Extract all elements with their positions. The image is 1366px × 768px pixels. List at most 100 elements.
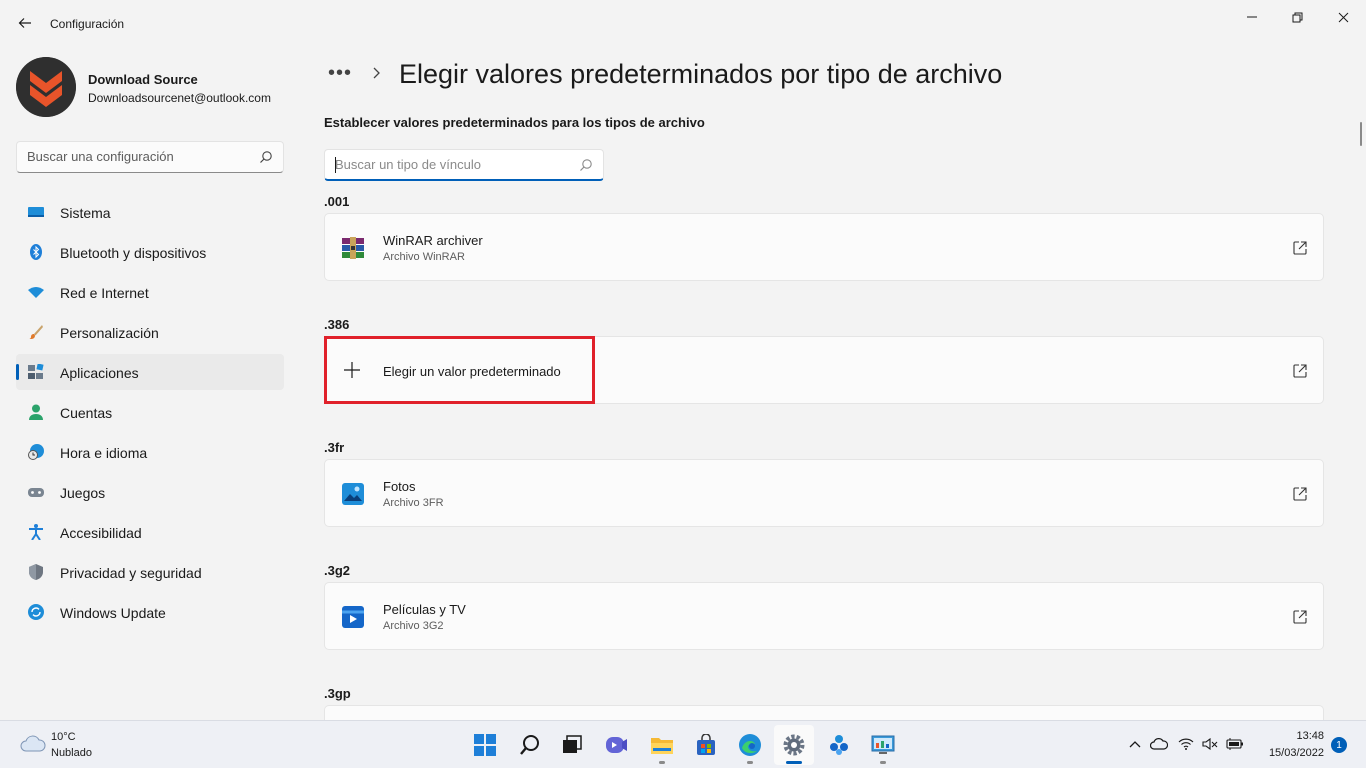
maximize-button[interactable] (1274, 4, 1320, 30)
sidebar-item-personalizacion[interactable]: Personalización (16, 314, 284, 350)
teams-chat-icon (606, 737, 627, 753)
file-type-search-box[interactable] (324, 149, 604, 181)
start-button[interactable] (465, 725, 505, 765)
wifi-icon[interactable] (1177, 735, 1195, 753)
sharepoint-button[interactable] (819, 725, 859, 765)
choose-default-label: Elegir un valor predeterminado (383, 364, 561, 379)
sidebar-item-red[interactable]: Red e Internet (16, 274, 284, 310)
file-type-row[interactable] (324, 705, 1324, 720)
search-icon[interactable] (259, 150, 273, 169)
open-external-icon (1293, 487, 1307, 501)
file-extension-label: .3g2 (324, 563, 351, 578)
gamepad-icon (28, 484, 44, 500)
store-icon (697, 734, 715, 755)
battery-icon[interactable] (1226, 735, 1244, 753)
title-bar: Configuración (0, 0, 1366, 48)
cloud-icon[interactable] (20, 733, 46, 753)
file-type-row[interactable]: Películas y TV Archivo 3G2 (324, 582, 1324, 650)
app-title: Configuración (50, 17, 125, 31)
start-icon (474, 734, 496, 756)
minimize-icon (1247, 16, 1257, 18)
sidebar-item-label: Sistema (60, 205, 111, 221)
onedrive-cloud-icon[interactable] (1150, 735, 1168, 753)
task-view-button[interactable] (552, 725, 592, 765)
taskbar-search-button[interactable] (510, 725, 550, 765)
movies-tv-icon (341, 605, 365, 629)
file-type-row[interactable]: Fotos Archivo 3FR (324, 459, 1324, 527)
close-button[interactable] (1320, 4, 1366, 30)
open-external-icon (1293, 364, 1307, 378)
weather-condition[interactable]: Nublado (51, 747, 92, 759)
file-type-row[interactable]: WinRAR archiver Archivo WinRAR (324, 213, 1324, 281)
weather-temperature[interactable]: 10°C (51, 731, 76, 743)
sidebar-item-windows-update[interactable]: Windows Update (16, 594, 284, 630)
apps-icon (28, 364, 44, 380)
sidebar-item-sistema[interactable]: Sistema (16, 194, 284, 230)
edge-button[interactable] (730, 725, 770, 765)
control-panel-button[interactable] (863, 725, 903, 765)
section-subtitle: Establecer valores predeterminados para … (324, 115, 705, 130)
edge-icon (739, 734, 761, 756)
open-external-icon (1293, 610, 1307, 624)
clock-date[interactable]: 15/03/2022 (1258, 747, 1324, 759)
file-extension-label: .3gp (324, 686, 351, 701)
store-button[interactable] (686, 725, 726, 765)
file-explorer-button[interactable] (642, 725, 682, 765)
clock-time[interactable]: 13:48 (1290, 730, 1324, 742)
running-indicator (880, 761, 886, 764)
scrollbar-thumb[interactable] (1360, 122, 1362, 146)
text-caret (335, 157, 336, 173)
minimize-button[interactable] (1229, 4, 1275, 30)
update-icon (28, 604, 44, 620)
open-external-icon (1293, 241, 1307, 255)
wifi-icon (28, 284, 44, 300)
page-title: Elegir valores predeterminados por tipo … (399, 59, 1003, 89)
avatar (16, 57, 76, 117)
breadcrumb-overflow-button[interactable]: ••• (328, 62, 352, 85)
settings-search-input[interactable] (27, 149, 247, 164)
teams-chat-button[interactable] (597, 725, 637, 765)
sidebar-item-bluetooth[interactable]: Bluetooth y dispositivos (16, 234, 284, 270)
sidebar-item-label: Red e Internet (60, 285, 149, 301)
profile-name: Download Source (88, 72, 198, 87)
search-icon (520, 735, 539, 755)
control-panel-icon (871, 735, 895, 754)
monitor-icon (28, 204, 44, 220)
sidebar-item-cuentas[interactable]: Cuentas (16, 394, 284, 430)
file-type-search-input[interactable] (335, 157, 571, 172)
app-description: Archivo 3G2 (383, 620, 444, 632)
settings-search-box[interactable] (16, 141, 284, 173)
bluetooth-icon (28, 244, 44, 260)
sidebar-nav: Sistema Bluetooth y dispositivos Red e I… (16, 194, 284, 634)
volume-muted-icon[interactable] (1201, 735, 1219, 753)
sidebar-item-label: Juegos (60, 485, 106, 501)
sidebar-item-label: Accesibilidad (60, 525, 142, 541)
sidebar-item-accesibilidad[interactable]: Accesibilidad (16, 514, 284, 550)
app-description: Archivo 3FR (383, 497, 444, 509)
sidebar-item-label: Windows Update (60, 605, 166, 621)
chevron-up-icon[interactable] (1126, 735, 1144, 753)
download-source-logo-icon (16, 57, 76, 117)
app-description: Archivo WinRAR (383, 251, 465, 263)
sharepoint-icon (830, 735, 848, 755)
winrar-icon (341, 236, 365, 260)
sidebar-item-label: Cuentas (60, 405, 113, 421)
sidebar-item-label: Personalización (60, 325, 159, 341)
choose-default-row[interactable]: Elegir un valor predeterminado (324, 336, 1324, 404)
sidebar-item-aplicaciones[interactable]: Aplicaciones (16, 354, 284, 390)
sidebar-item-hora[interactable]: Hora e idioma (16, 434, 284, 470)
sidebar-item-privacidad[interactable]: Privacidad y seguridad (16, 554, 284, 590)
search-icon[interactable] (579, 158, 593, 177)
settings-taskbar-button[interactable] (774, 725, 814, 765)
taskbar: 10°C Nublado 13:48 15/03/2022 1 (0, 720, 1366, 768)
sidebar-item-label: Privacidad y seguridad (60, 565, 202, 581)
sidebar-item-juegos[interactable]: Juegos (16, 474, 284, 510)
app-name: Fotos (383, 479, 416, 494)
sidebar-item-label: Bluetooth y dispositivos (60, 245, 207, 261)
sidebar-item-label: Aplicaciones (60, 365, 139, 381)
photos-icon (341, 482, 365, 506)
back-button[interactable] (12, 10, 38, 36)
shield-icon (28, 564, 44, 580)
notification-badge[interactable]: 1 (1331, 737, 1347, 753)
brush-icon (28, 324, 44, 340)
